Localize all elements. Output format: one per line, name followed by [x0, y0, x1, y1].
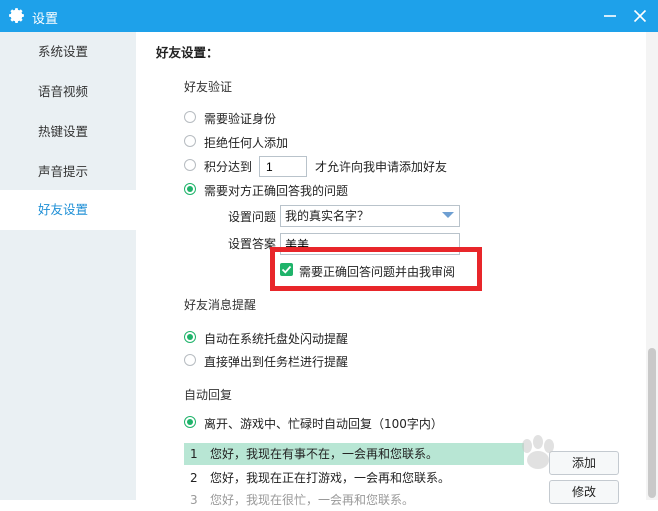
radio-label: 积分达到 [204, 160, 253, 174]
radio-tray-flash[interactable] [184, 331, 196, 343]
list-item-number: 3 [190, 493, 198, 507]
radio-reject-all[interactable] [184, 135, 196, 147]
vertical-scrollbar[interactable] [646, 32, 658, 500]
sidebar-item-label: 系统设置 [38, 44, 89, 59]
sidebar-item-label: 好友设置 [38, 202, 89, 217]
radio-label: 离开、游戏中、忙碌时自动回复（100字内） [204, 417, 443, 431]
radio-label: 直接弹出到任务栏进行提醒 [204, 355, 349, 369]
list-item-number: 1 [190, 447, 198, 461]
minimize-icon[interactable] [598, 4, 622, 28]
sidebar: 系统设置 语音视频 热键设置 声音提示 好友设置 [0, 32, 136, 500]
question-value: 我的真实名字？ [285, 209, 370, 223]
section-title: 好友设置： [156, 45, 219, 60]
radio-answer-question[interactable] [184, 183, 196, 195]
list-item-number: 2 [190, 471, 198, 485]
message-alert-heading: 好友消息提醒 [184, 298, 257, 312]
window-title: 设置 [32, 12, 59, 27]
review-checkbox[interactable] [280, 263, 293, 276]
sidebar-item-voice-video[interactable]: 语音视频 [0, 72, 136, 112]
radio-label: 需要验证身份 [204, 112, 277, 126]
watermark-logo [522, 435, 554, 469]
sidebar-item-hotkeys[interactable]: 热键设置 [0, 112, 136, 152]
gear-icon [9, 8, 24, 23]
chevron-down-icon [442, 212, 454, 218]
radio-auto-reply[interactable] [184, 416, 196, 428]
list-item[interactable]: 3 您好，我现在很忙，一会再和您联系。 [184, 489, 524, 511]
radio-points[interactable] [184, 159, 196, 171]
title-bar: 设置 [0, 0, 658, 32]
question-select[interactable]: 我的真实名字？ [280, 205, 460, 227]
list-item[interactable]: 2 您好，我现在正在打游戏，一会再和您联系。 [184, 467, 524, 489]
sidebar-item-sound[interactable]: 声音提示 [0, 152, 136, 192]
sidebar-item-label: 热键设置 [38, 124, 89, 139]
verification-heading: 好友验证 [184, 80, 233, 94]
radio-label: 需要对方正确回答我的问题 [204, 184, 349, 198]
sidebar-item-friends[interactable]: 好友设置 [0, 190, 136, 230]
radio-label: 自动在系统托盘处闪动提醒 [204, 332, 349, 346]
answer-label: 设置答案 [228, 237, 277, 251]
list-item-text: 您好，我现在很忙，一会再和您联系。 [210, 493, 415, 507]
question-label: 设置问题 [228, 210, 277, 224]
review-checkbox-label: 需要正确回答问题并由我审阅 [299, 265, 456, 279]
list-item[interactable]: 1 您好，我现在有事不在，一会再和您联系。 [184, 443, 524, 465]
list-item-text: 您好，我现在正在打游戏，一会再和您联系。 [210, 471, 451, 485]
sidebar-item-label: 语音视频 [38, 84, 89, 99]
points-suffix: 才允许向我申请添加好友 [315, 160, 448, 174]
auto-reply-heading: 自动回复 [184, 388, 233, 402]
radio-label: 拒绝任何人添加 [204, 136, 289, 150]
list-item-text: 您好，我现在有事不在，一会再和您联系。 [210, 447, 439, 461]
radio-taskbar-popup[interactable] [184, 354, 196, 366]
radio-require-identity[interactable] [184, 111, 196, 123]
sidebar-item-system[interactable]: 系统设置 [0, 32, 136, 72]
sidebar-item-label: 声音提示 [38, 164, 89, 179]
check-icon [281, 265, 292, 274]
points-input[interactable] [259, 156, 307, 177]
close-icon[interactable] [628, 4, 652, 28]
auto-reply-list: 1 您好，我现在有事不在，一会再和您联系。 2 您好，我现在正在打游戏，一会再和… [184, 443, 524, 507]
